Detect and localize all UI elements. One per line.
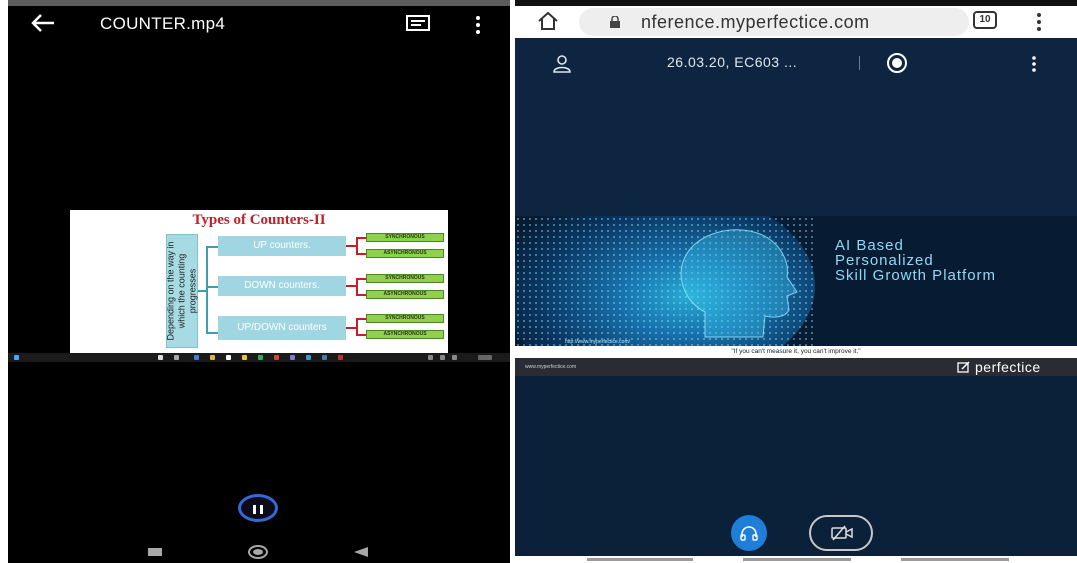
connector [206,332,218,334]
taskbar-app-icon [306,355,311,360]
browser-panel: nference.myperfectice.com 10 26.03.20, E… [515,0,1077,563]
circle-icon[interactable] [248,545,268,559]
user-icon[interactable] [551,54,573,74]
bracket [356,278,366,280]
slide-vertical-label-box: Depending on the way in which the counti… [166,234,198,348]
tray-icon [440,355,445,360]
back-arrow-icon[interactable] [30,12,56,34]
slide-vertical-label: Depending on the way in which the counti… [165,241,198,341]
taskbar-app-icon [174,355,179,360]
connector [206,286,218,288]
taskbar-app-icon [274,355,279,360]
subtype-box: ASYNCHRONOUS [366,290,444,299]
presentation-slide: Types of Counters-II Depending on the wa… [70,210,448,354]
taskbar-app-icon [242,355,247,360]
record-icon[interactable] [885,53,909,73]
subtype-box: SYNCHRONOUS [366,314,444,323]
brand-name: perfectice [975,359,1041,375]
banner-line: AI Based [835,237,904,254]
triangle-back-icon[interactable] [354,547,368,557]
banner-line: Personalized [835,252,934,269]
more-vert-icon[interactable] [1033,12,1045,32]
video-button[interactable] [809,515,873,551]
bracket [346,285,356,287]
more-vert-icon[interactable] [472,14,484,36]
subtype-box: SYNCHRONOUS [366,233,444,242]
category-box: UP/DOWN counters [218,316,346,340]
bottom-strip [515,556,1077,563]
clock-icon [478,355,492,360]
home-icon[interactable] [537,11,559,31]
lock-icon [610,16,620,28]
slide-title: Types of Counters-II [192,212,326,228]
more-vert-icon[interactable] [1029,55,1039,73]
square-icon[interactable] [148,548,162,556]
meeting-title: 26.03.20, EC603 ... [667,54,798,70]
android-nav-bar [8,538,510,563]
video-player-toolbar: COUNTER.mp4 [8,6,510,42]
taskbar-app-icon [158,355,163,360]
browser-toolbar: nference.myperfectice.com 10 [515,6,1077,38]
divider [859,56,860,70]
bracket [356,294,366,296]
split-screen: COUNTER.mp4 Types of Counters-II Dependi… [0,0,1077,563]
nav-handle [901,558,1009,561]
taskbar-app-icon [226,355,231,360]
category-box: DOWN counters. [218,276,346,296]
tab-switcher-button[interactable]: 10 [973,11,997,29]
nav-handle [587,558,693,561]
quote-strip: "If you can't measure it, you can't impr… [515,346,1077,358]
tray-icon [452,355,457,360]
captions-icon[interactable] [406,15,430,33]
headphones-icon [740,526,758,541]
meeting-header: 26.03.20, EC603 ... [515,38,1077,216]
bracket [356,318,366,320]
bracket [356,237,366,239]
brand-bar: www.myperfectice.com perfectice [515,358,1077,376]
video-player-panel: COUNTER.mp4 Types of Counters-II Dependi… [8,0,510,563]
brand-url: www.myperfectice.com [525,364,577,370]
taskbar-app-icon [194,355,199,360]
quote-text: "If you can't measure it, you can't impr… [731,348,861,355]
connector [198,290,206,292]
category-box: UP counters. [218,236,346,256]
bracket [346,245,356,247]
taskbar-app-icon [322,355,327,360]
taskbar-app-icon [210,355,215,360]
shared-screen-banner: AI Based Personalized Skill Growth Platf… [515,216,1077,346]
windows-icon [14,355,19,360]
subtype-box: ASYNCHRONOUS [366,330,444,339]
address-bar[interactable]: nference.myperfectice.com [579,8,969,36]
banner-tagline: AI Based Personalized Skill Growth Platf… [835,238,1075,283]
bracket [356,253,366,255]
video-title: COUNTER.mp4 [100,14,226,33]
taskbar-app-icon [290,355,295,360]
pause-icon [253,505,256,514]
pause-button[interactable] [238,494,278,522]
edit-logo-icon [957,361,970,373]
taskbar-app-icon [338,355,343,360]
desktop-taskbar [8,353,510,362]
video-off-icon [831,525,853,541]
meeting-controls-area [515,376,1077,563]
bracket [346,327,356,329]
connector [206,246,208,334]
banner-url: http://www.myperfectice.com/ [565,339,631,345]
url-text: nference.myperfectice.com [641,12,870,32]
connector [206,246,218,248]
audio-button[interactable] [731,515,767,551]
tray-icon [428,355,433,360]
ai-head-silhouette [680,229,798,338]
pause-icon [260,505,263,514]
subtype-box: ASYNCHRONOUS [366,249,444,258]
subtype-box: SYNCHRONOUS [366,274,444,283]
taskbar-app-icon [258,355,263,360]
banner-line: Skill Growth Platform [835,267,997,284]
bracket [356,334,366,336]
nav-handle [743,558,851,561]
